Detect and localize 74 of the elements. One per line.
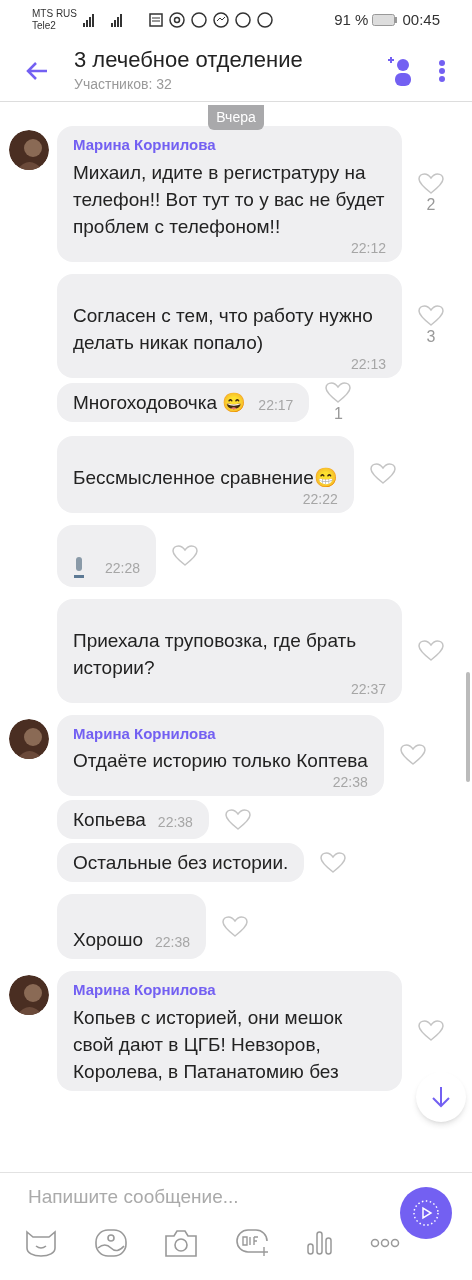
message-text: Копьев с историей, они мешок свой дают в ЦГБ! Невзоров, Королева, в Патанатомию без: [73, 1005, 344, 1084]
message-time: 22:22: [302, 490, 338, 507]
message-bubble[interactable]: Копьева 22:38: [57, 800, 209, 839]
message-time: 22:38: [155, 933, 191, 952]
clock: 00:45: [402, 9, 440, 30]
sender-name[interactable]: Марина Корнилова: [73, 134, 386, 157]
avatar[interactable]: [8, 718, 49, 759]
message-bubble[interactable]: Хорошо 22:38: [57, 894, 207, 959]
scroll-down-button[interactable]: [416, 1072, 466, 1122]
carrier-name: Tele2: [32, 20, 57, 32]
heart-icon[interactable]: [224, 808, 251, 831]
down-arrow-icon: [431, 1085, 451, 1109]
message-time: 22:37: [350, 680, 386, 697]
heart-icon[interactable]: [222, 915, 249, 938]
message-time: 22:17: [258, 396, 294, 415]
carrier-name: MTS RUS: [32, 8, 77, 20]
gif-icon[interactable]: [234, 1228, 270, 1258]
participants-count: Участников: 32: [74, 75, 173, 94]
audio-icon[interactable]: [306, 1230, 334, 1256]
sticker-icon[interactable]: [24, 1229, 58, 1257]
camera-icon[interactable]: [164, 1228, 198, 1258]
news-icon: [149, 13, 163, 27]
message-bubble[interactable]: Бессмысленное сравнение😁 22:22: [57, 435, 354, 513]
chat-title[interactable]: 3 лечебное отделение: [74, 46, 380, 74]
message-text: Отдаёте историю только Коптева: [73, 749, 368, 773]
sender-name[interactable]: Марина Корнилова: [73, 722, 368, 745]
message-text: Многоходовочка 😄: [73, 391, 247, 415]
heart-icon[interactable]: [172, 544, 199, 567]
date-chip: Вчера: [208, 105, 264, 130]
message-bubble[interactable]: Приехала труповозка, где брать истории? 22:37: [57, 598, 402, 703]
message-text: Остальные без истории.: [73, 851, 289, 875]
heart-icon[interactable]: [325, 381, 352, 404]
battery-percent: 91 %: [334, 9, 369, 30]
message-text: Приехала труповозка, где брать истории?: [73, 628, 358, 680]
add-person-icon: [386, 54, 414, 87]
microphone-icon: [73, 556, 85, 579]
message-bubble[interactable]: Марина Корнилова Копьев с историей, они мешок свой дают в ЦГБ! Невзоров, Королева, в Патанатомию без: [57, 971, 402, 1091]
menu-icon: [438, 58, 446, 83]
message-time: 22:12: [350, 239, 386, 256]
message-input[interactable]: Напишите сообщение...: [28, 1183, 400, 1212]
more-icon[interactable]: [370, 1238, 400, 1248]
heart-icon[interactable]: [418, 1019, 444, 1042]
battery-icon: [372, 14, 399, 26]
like-count: 3: [426, 326, 436, 347]
chat-bubble-icon: [213, 12, 229, 28]
message-bubble[interactable]: Марина Корнилова Михаил, идите в регистратуру на телефон!! Вот тут то у вас не будет проблем с телефоном!! 22:12: [57, 126, 402, 262]
like-count: 1: [333, 403, 343, 424]
message-bubble[interactable]: Согласен с тем, что работу нужно делать никак попало) 22:13: [57, 273, 402, 378]
gallery-icon[interactable]: [94, 1228, 128, 1258]
message-bubble[interactable]: Марина Корнилова Отдаёте историю только Коптева 22:38: [57, 714, 384, 796]
message-text: Бессмысленное сравнение😁: [73, 465, 338, 490]
send-voice-button[interactable]: [400, 1186, 452, 1239]
message-text: Согласен с тем, что работу нужно делать никак попало): [73, 303, 374, 355]
heart-icon[interactable]: [418, 639, 444, 662]
message-text: Копьева: [73, 808, 146, 832]
avatar[interactable]: [8, 130, 49, 170]
message-bubble[interactable]: Многоходовочка 😄 22:17: [57, 383, 310, 422]
message-time: 22:38: [157, 813, 193, 832]
message-time: 22:38: [332, 774, 368, 790]
heart-icon[interactable]: [418, 304, 444, 327]
message-time: 22:28: [105, 558, 141, 578]
back-arrow-icon: [25, 60, 49, 81]
avatar[interactable]: [8, 975, 49, 1015]
message-time: 22:13: [350, 355, 386, 372]
message-bubble[interactable]: Остальные без истории.: [57, 843, 305, 882]
sender-name[interactable]: Марина Корнилова: [73, 979, 386, 1002]
heart-icon[interactable]: [399, 744, 426, 767]
play-icon: [412, 1198, 440, 1227]
message-text: Михаил, идите в регистратуру на телефон!! Вот тут то у вас не будет проблем с телефоном!!: [73, 160, 386, 239]
message-text: Хорошо: [73, 928, 143, 952]
like-count: 2: [426, 194, 436, 215]
heart-icon[interactable]: [320, 851, 347, 874]
heart-icon[interactable]: [369, 463, 396, 485]
heart-icon[interactable]: [418, 172, 444, 195]
